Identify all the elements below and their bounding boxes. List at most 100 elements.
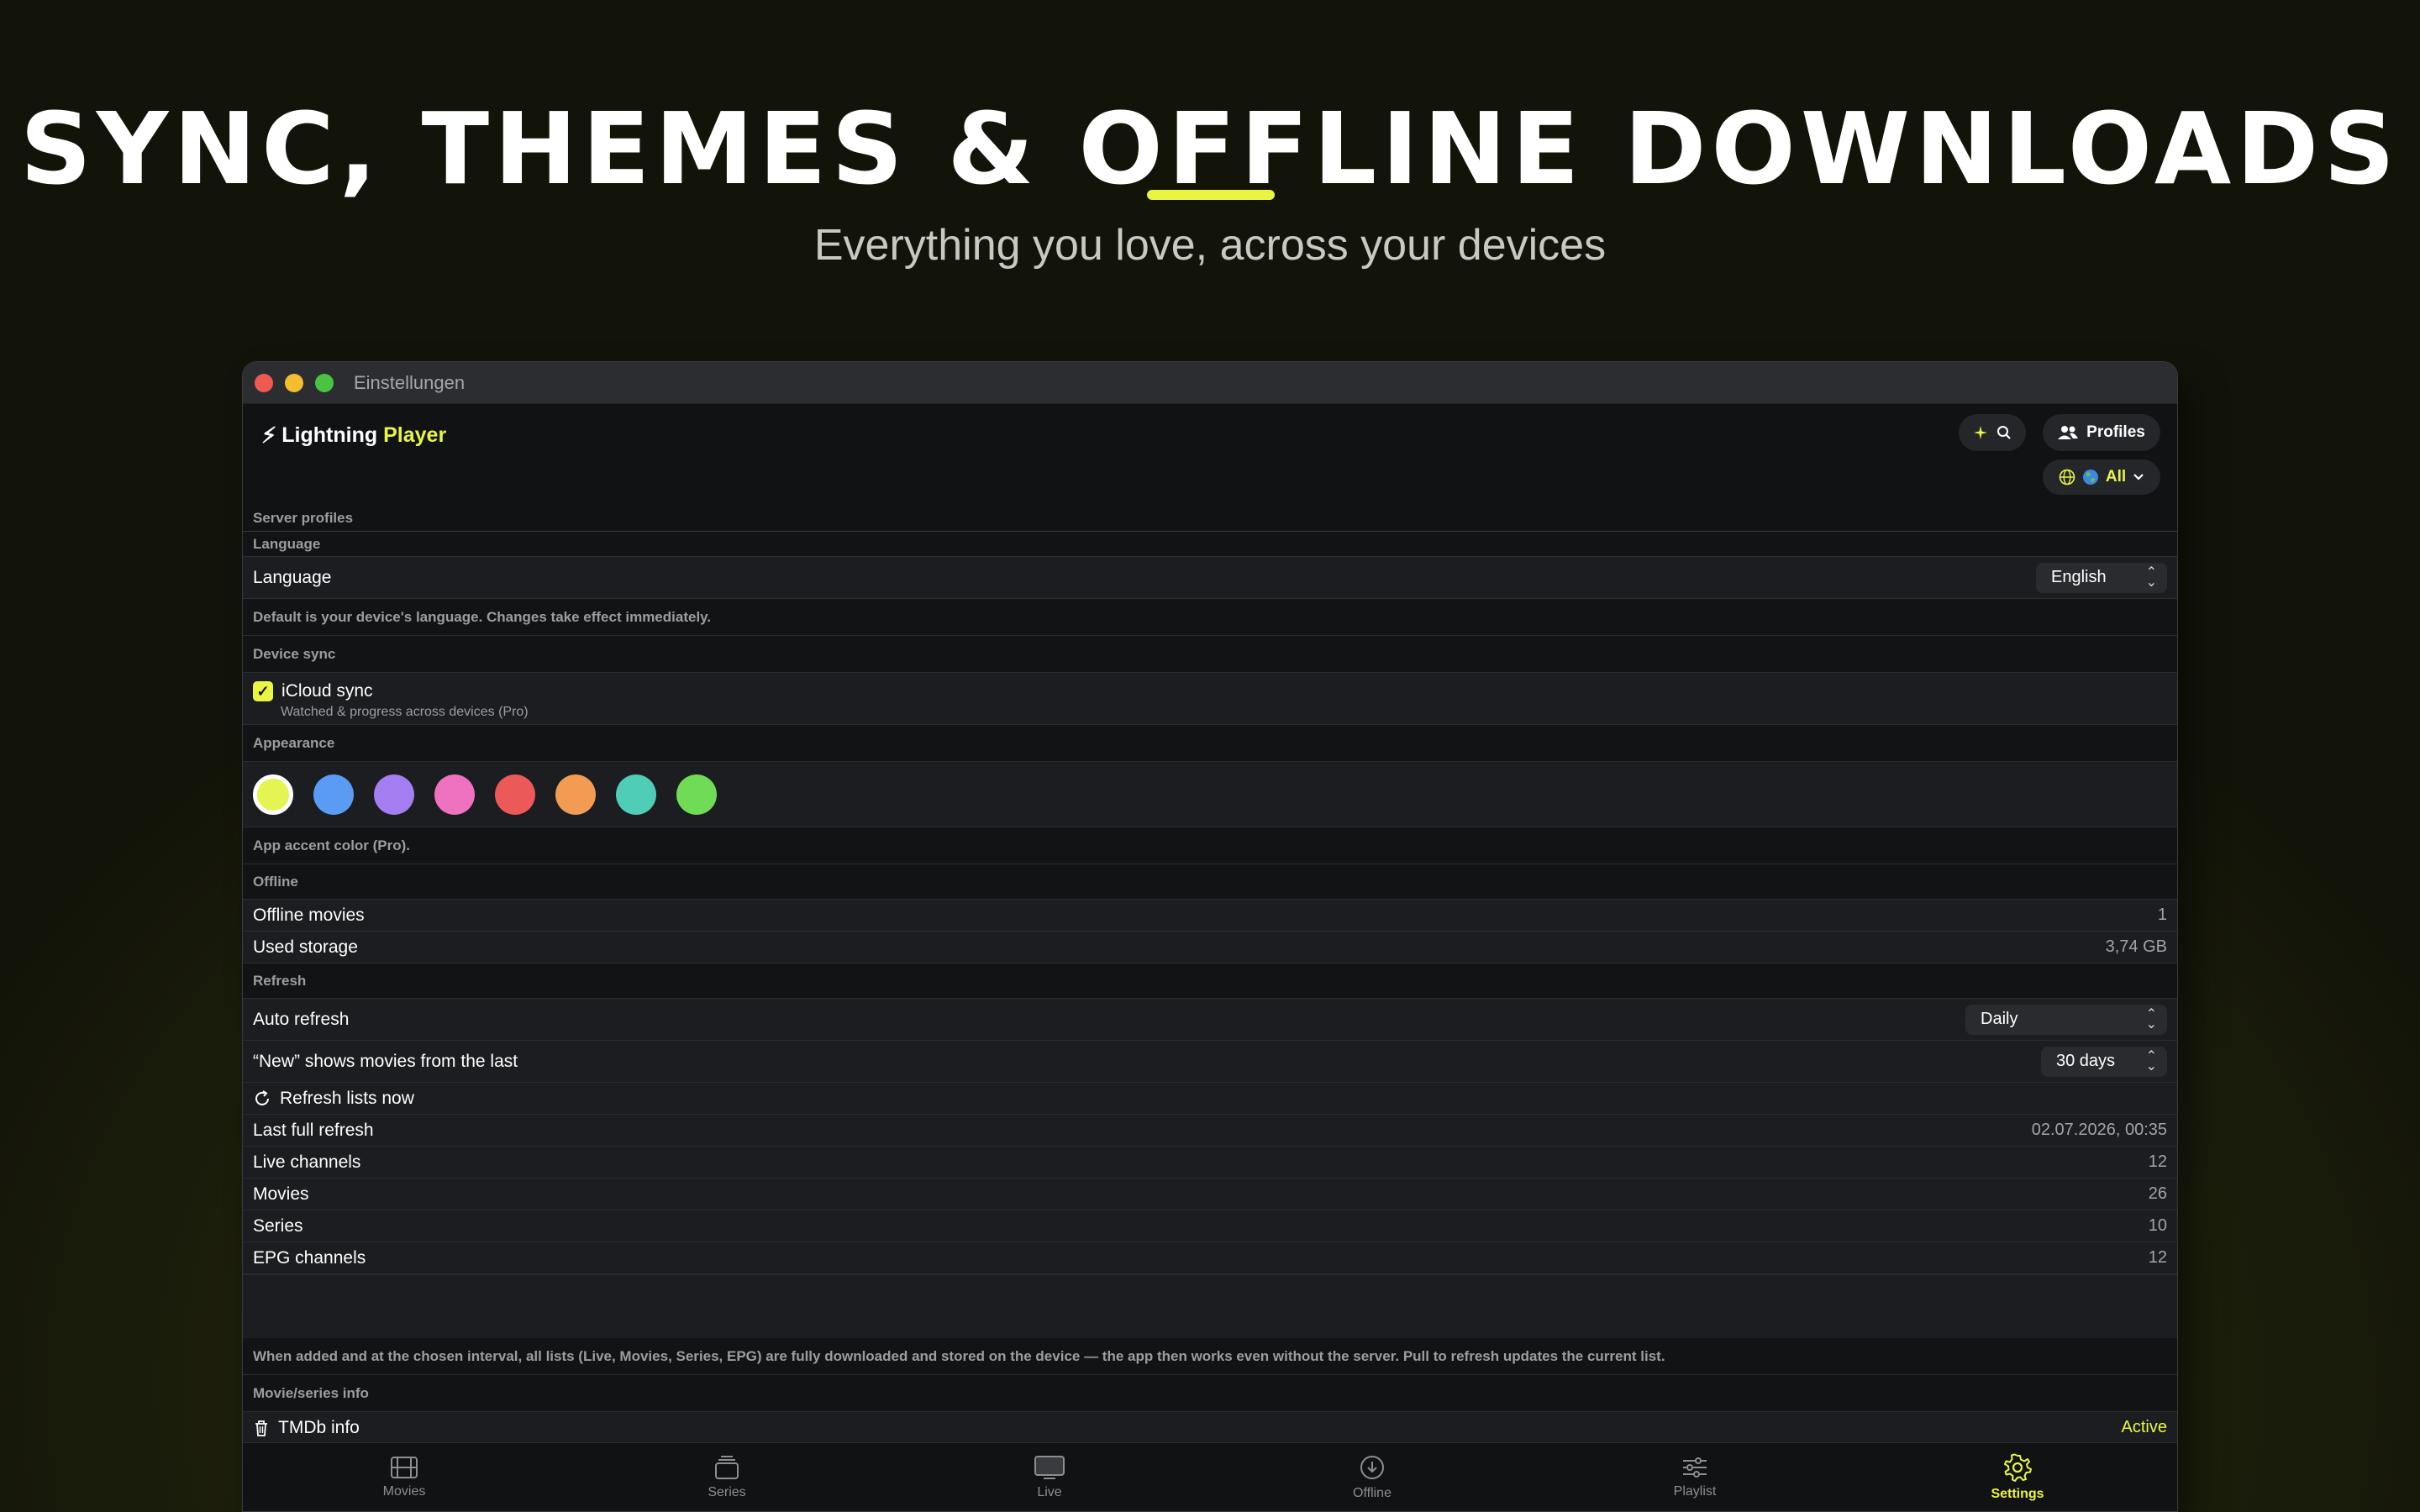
download-circle-icon [1360,1455,1384,1479]
language-select[interactable]: English ⌃ ⌄ [2036,562,2167,593]
profiles-button[interactable]: Profiles [2043,414,2160,451]
app-header: ⚡︎ Lightning Player Profiles All [243,404,2177,505]
minimize-window-button[interactable] [285,373,303,392]
sliders-icon [1683,1457,1707,1478]
tab-playlist-label: Playlist [1673,1483,1717,1499]
window-titlebar: Einstellungen [243,362,2177,404]
tv-icon [1034,1455,1065,1479]
tab-series-label: Series [708,1484,746,1499]
accent-note: App accent color (Pro). [243,827,2177,864]
people-icon [2058,426,2079,439]
section-header-offline: Offline [243,864,2177,900]
offline-movies-label: Offline movies [253,905,365,925]
tab-series[interactable]: Series [566,1443,888,1511]
section-header-language: Language [243,532,2177,557]
used-storage-row: Used storage 3,74 GB [243,932,2177,963]
icloud-sync-checkbox[interactable]: ✓ [253,681,273,701]
region-filter-dropdown[interactable]: All [2043,459,2160,495]
accent-swatch-yellow[interactable] [253,774,293,815]
movies-count-row: Movies 26 [243,1179,2177,1210]
tab-live-label: Live [1037,1484,1062,1499]
series-count-value: 10 [2148,1216,2167,1235]
chevron-up-down-icon: ⌃ ⌄ [2145,564,2157,590]
auto-refresh-value: Daily [1981,1010,2018,1028]
tab-offline-label: Offline [1353,1485,1392,1500]
accent-swatch-green[interactable] [676,774,717,815]
epg-channels-row: EPG channels 12 [243,1242,2177,1274]
trash-icon [255,1420,267,1436]
refresh-now-label: Refresh lists now [280,1088,414,1108]
epg-channels-label: EPG channels [253,1247,366,1268]
gear-icon [2004,1453,2032,1482]
auto-refresh-select[interactable]: Daily ⌃ ⌄ [1965,1004,2167,1035]
tab-settings[interactable]: Settings [1856,1443,2177,1511]
tmdb-info-status: Active [2121,1418,2167,1436]
live-channels-row: Live channels 12 [243,1147,2177,1179]
language-label: Language [253,567,332,587]
last-refresh-row: Last full refresh 02.07.2026, 00:35 [243,1115,2177,1147]
stack-icon [715,1455,739,1479]
section-header-movie-info: Movie/series info [243,1375,2177,1412]
sparkle-icon [1974,426,1987,439]
search-button[interactable] [1959,414,2026,451]
brand-accent: Player [383,423,447,447]
refresh-now-button[interactable]: Refresh lists now [243,1083,2177,1115]
series-count-row: Series 10 [243,1210,2177,1242]
language-value: English [2051,568,2107,586]
chevron-up-down-icon: ⌃ ⌄ [2145,1006,2157,1032]
new-shows-row: “New” shows movies from the last 30 days… [243,1041,2177,1083]
tab-live[interactable]: Live [888,1443,1211,1511]
offline-movies-value: 1 [2157,906,2167,924]
auto-refresh-row: Auto refresh Daily ⌃ ⌄ [243,999,2177,1041]
app-logo: ⚡︎ Lightning Player [261,423,446,449]
settings-list: Language Language English ⌃ ⌄ Default is … [243,532,2177,1444]
accent-swatch-blue[interactable] [313,774,354,815]
tab-offline[interactable]: Offline [1211,1443,1534,1511]
accent-swatch-pink[interactable] [434,774,475,815]
section-header-refresh: Refresh [243,963,2177,999]
bolt-icon: ⚡︎ [261,423,277,448]
zoom-window-button[interactable] [315,373,334,392]
section-header-appearance: Appearance [243,725,2177,762]
section-header-device-sync: Device sync [243,636,2177,673]
series-count-label: Series [253,1215,303,1236]
tmdb-info-row[interactable]: TMDb info Active [243,1412,2177,1444]
accent-swatch-teal[interactable] [616,774,656,815]
app-window: Einstellungen ⚡︎ Lightning Player Profil… [242,361,2178,1512]
tab-settings-label: Settings [1991,1486,2044,1501]
search-icon [1997,426,2011,439]
accent-swatch-orange[interactable] [555,774,596,815]
movies-count-label: Movies [253,1184,309,1204]
tab-bar: Movies Series Live Offline Playlist Sett… [243,1442,2177,1511]
icloud-sync-row[interactable]: ✓ iCloud sync Watched & progress across … [243,673,2177,725]
close-window-button[interactable] [255,373,273,392]
brand-name: Lightning [281,423,378,447]
live-channels-label: Live channels [253,1152,361,1172]
accent-swatch-purple[interactable] [374,774,414,815]
chevron-up-down-icon: ⌃ ⌄ [2145,1048,2157,1074]
language-row: Language English ⌃ ⌄ [243,557,2177,599]
accent-swatch-red[interactable] [495,774,535,815]
earth-icon [2082,470,2098,485]
tab-movies[interactable]: Movies [243,1443,566,1511]
section-header-server-profiles: Server profiles [243,505,2177,532]
new-shows-label: “New” shows movies from the last [253,1051,518,1071]
language-note: Default is your device's language. Chang… [243,599,2177,636]
new-shows-select[interactable]: 30 days ⌃ ⌄ [2041,1046,2167,1077]
epg-channels-value: 12 [2148,1248,2167,1267]
refresh-note: When added and at the chosen interval, a… [243,1338,2177,1375]
last-refresh-label: Last full refresh [253,1120,374,1140]
tab-playlist[interactable]: Playlist [1534,1443,1856,1511]
live-channels-value: 12 [2148,1152,2167,1171]
chevron-down-icon [2133,474,2144,480]
used-storage-value: 3,74 GB [2105,937,2167,956]
offline-movies-row: Offline movies 1 [243,900,2177,932]
hero-underline [1147,190,1275,200]
tmdb-info-label: TMDb info [278,1417,360,1437]
icloud-sync-subtitle: Watched & progress across devices (Pro) [281,705,529,719]
auto-refresh-label: Auto refresh [253,1009,350,1029]
globe-icon [2059,469,2075,486]
last-refresh-value: 02.07.2026, 00:35 [2031,1121,2167,1139]
filter-label: All [2105,468,2127,486]
profiles-label: Profiles [2086,423,2145,441]
